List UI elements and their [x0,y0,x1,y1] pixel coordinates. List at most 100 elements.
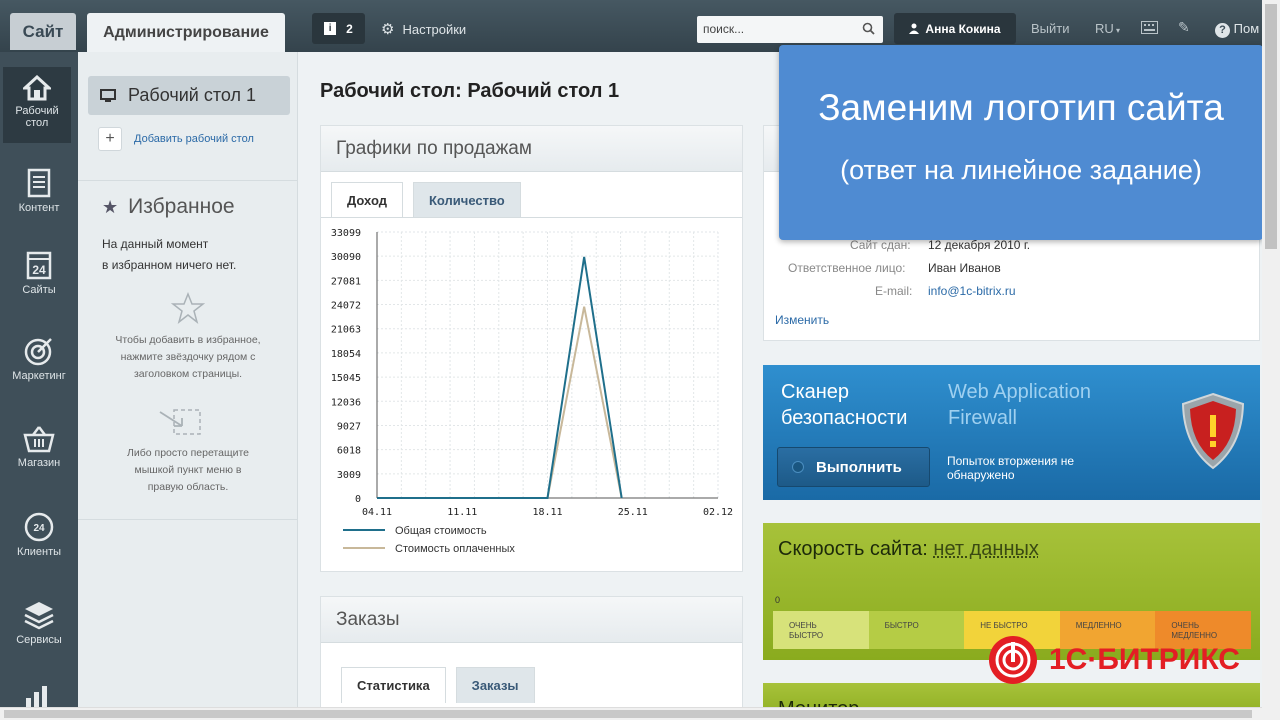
basket-icon [23,426,55,453]
y-tick-label: 0 [355,494,361,505]
search-input[interactable]: поиск... [697,16,883,43]
legend-label: Стоимость оплаченных [395,543,515,555]
orders-panel: Заказы Статистика Заказы [320,596,743,720]
x-tick-label: 18.11 [532,507,562,518]
language-select[interactable]: RU ▾ [1095,21,1120,36]
speed-scale-segment: ОЧЕНЬ БЫСТРО [773,611,869,649]
nav-desktop[interactable]: Рабочий стол [3,67,71,143]
nav-shop[interactable]: Магазин [0,425,78,469]
pin-icon[interactable]: ✎ [1178,19,1190,36]
language-label: RU [1095,21,1114,36]
chart-tabs: Доход Количество [331,182,521,218]
speed-scale-segment: БЫСТРО [868,611,965,649]
nav-label: стол [25,117,49,129]
monitor-icon [100,88,116,102]
horizontal-scrollbar[interactable] [0,707,1262,720]
text-line: в избранном ничего нет. [102,258,237,272]
nav-label: Маркетинг [12,370,66,382]
favorites-title: ★ Избранное [102,195,235,219]
divider [78,180,298,181]
x-tick-label: 25.11 [618,507,648,518]
speed-scale-label: НЕ БЫСТРО [980,621,1028,630]
tab-orders[interactable]: Заказы [455,667,535,703]
y-tick-label: 33099 [331,228,361,239]
search-icon[interactable] [862,22,875,35]
speed-label: Скорость сайта: [778,538,928,560]
y-tick-label: 9027 [337,421,361,432]
y-tick-label: 27081 [331,276,361,287]
favorites-empty-text: На данный момент в избранном ничего нет. [102,234,292,276]
keyboard-icon[interactable] [1141,21,1158,34]
y-tick-label: 30090 [331,252,361,263]
site-tab[interactable]: Сайт [10,13,76,50]
logout-link[interactable]: Выйти [1031,21,1070,36]
gear-icon: ⚙ [381,21,395,38]
run-label: Выполнить [816,458,902,476]
nav-clients[interactable]: 24 Клиенты [0,512,78,558]
nav-label: Сервисы [16,634,62,646]
user-name: Анна Кокина [925,21,1001,36]
text-line: Чтобы добавить в избранное, [115,334,261,346]
panel-title: Графики по продажам [321,126,742,172]
speed-scale-label: ОЧЕНЬ [789,621,817,630]
y-tick-label: 24072 [331,301,361,312]
email-link[interactable]: info@1c-bitrix.ru [928,284,1016,298]
admin-tab[interactable]: Администрирование [87,13,285,52]
stats-icon[interactable] [24,686,54,708]
overlay-title: Заменим логотип сайта [818,87,1224,128]
income-chart: 0 3009 6018 9027 12036 15045 18054 21063 24072 27… [331,228,733,555]
search-text: поиск... [703,22,745,36]
scrollbar-thumb[interactable] [1265,4,1277,249]
favorites-label: Избранное [128,195,235,218]
svg-text:24: 24 [33,523,45,534]
email-label: E-mail: [875,284,913,298]
vertical-scrollbar[interactable] [1262,0,1280,720]
text-line: Попыток вторжения не [947,454,1075,468]
status-dot-icon [792,461,804,473]
notifications-button[interactable]: i 2 [312,13,365,44]
legend-label: Общая стоимость [395,525,487,537]
scanner-title: Сканер безопасности [781,379,907,431]
text-line: мышкой пункт меню в [134,464,242,476]
text-line: Web Application [948,381,1092,403]
y-tick-label: 18054 [331,349,361,360]
text-line: На данный момент [102,237,209,251]
nav-marketing[interactable]: Маркетинг [0,336,78,382]
tab-statistics[interactable]: Статистика [341,667,446,703]
add-desktop-link[interactable]: + Добавить рабочий стол [98,127,254,151]
nav-label: Клиенты [16,546,62,558]
edit-link[interactable]: Изменить [775,313,829,327]
security-scanner-panel: Сканер безопасности Web Application Fire… [763,365,1260,500]
nav-sites[interactable]: 24 Сайты [0,250,78,296]
settings-button[interactable]: ⚙ Настройки [381,20,466,38]
text-line: нажмите звёздочку рядом с [120,351,256,363]
nav-label: Рабочий [15,105,59,117]
y-tick-label: 3009 [337,470,361,481]
user-button[interactable]: Анна Кокина [894,13,1016,44]
nav-services[interactable]: Сервисы [0,600,78,646]
left-navigation: Рабочий стол Контент 24 Сайты Маркетинг … [0,52,78,720]
notification-count: 2 [346,21,353,36]
help-label: Пом [1233,21,1260,36]
drag-drop-icon [159,409,201,435]
help-link[interactable]: ? Пом [1215,21,1259,38]
tab-quantity[interactable]: Количество [412,182,521,218]
speed-scale-label: БЫСТРО [789,631,824,640]
y-tick-label: 15045 [331,373,361,384]
nav-content[interactable]: Контент [0,168,78,214]
brand-name: 1С·БИТРИКС [1049,643,1240,676]
favorites-hint-2: Либо просто перетащите мышкой пункт меню… [98,445,278,496]
settings-label: Настройки [402,21,467,37]
x-tick-label: 02.12 [703,507,733,518]
run-scan-button[interactable]: Выполнить [777,447,930,487]
shield-icon [1181,392,1245,470]
scrollbar-thumb[interactable] [4,710,1252,718]
desktop-1-button[interactable]: Рабочий стол 1 [88,76,290,115]
sidebar: Рабочий стол 1 + Добавить рабочий стол ★… [78,52,298,720]
favorites-hint-1: Чтобы добавить в избранное, нажмите звёз… [98,332,278,383]
text-line: Либо просто перетащите [126,447,249,459]
speed-value-link[interactable]: нет данных [933,538,1038,560]
responsible-value: Иван Иванов [928,261,1001,275]
scale-zero: 0 [775,595,781,605]
tab-income[interactable]: Доход [331,182,403,218]
